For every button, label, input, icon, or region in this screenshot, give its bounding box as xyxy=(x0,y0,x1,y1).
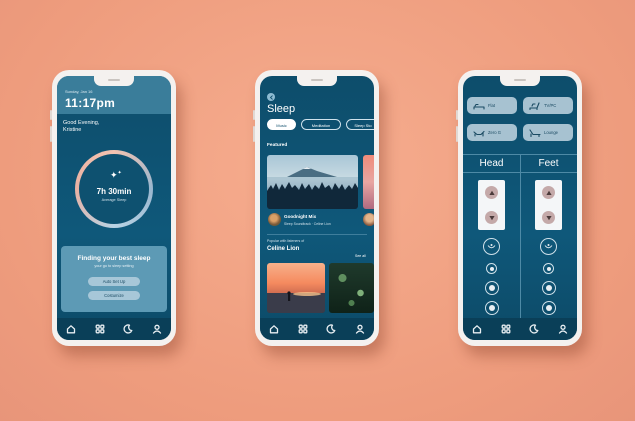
sunset-image[interactable] xyxy=(267,263,325,313)
feet-label: Feet xyxy=(538,158,559,169)
moon-icon[interactable] xyxy=(123,324,133,334)
side-button xyxy=(50,126,52,142)
divider xyxy=(520,154,521,319)
mode-label: Flat xyxy=(488,103,495,108)
feet-preset-2[interactable] xyxy=(541,281,556,295)
notch xyxy=(94,76,134,86)
side-button xyxy=(253,110,255,120)
customize-button[interactable]: Costumize xyxy=(88,291,140,300)
head-preset-1[interactable] xyxy=(486,263,497,274)
phone-bed-control: Flat TV/PC Zero G Lounge Head Feet xyxy=(456,70,582,346)
home-icon[interactable] xyxy=(269,324,279,334)
avatar xyxy=(363,213,374,226)
see-all-link[interactable]: See all xyxy=(355,254,366,258)
tab-bar xyxy=(57,318,171,340)
person-icon[interactable] xyxy=(355,324,365,334)
notch xyxy=(500,76,540,86)
mode-zero-g-button[interactable]: Zero G xyxy=(467,124,517,141)
sleep-label: Average Sleep xyxy=(101,198,127,202)
divider xyxy=(267,234,367,235)
mode-tvpc-button[interactable]: TV/PC xyxy=(523,97,573,114)
chip-sleep-stories[interactable]: Sleep Sto xyxy=(346,119,374,130)
head-preset-2[interactable] xyxy=(484,281,499,295)
bed-flat-icon xyxy=(473,103,485,110)
feet-preset-1[interactable] xyxy=(543,263,554,274)
sleep-duration: 7h 30min xyxy=(96,187,132,196)
side-button xyxy=(456,126,458,142)
sparkle-icon: ✦✦ xyxy=(110,170,122,180)
auto-setup-button[interactable]: Auto Set Up xyxy=(88,277,140,286)
feet-down-button[interactable] xyxy=(542,211,555,224)
grid-icon[interactable] xyxy=(95,324,105,334)
head-label: Head xyxy=(479,158,504,169)
popular-label: Popular with listeners of xyxy=(267,239,305,243)
mode-lounge-button[interactable]: Lounge xyxy=(523,124,573,141)
moon-icon[interactable] xyxy=(529,324,539,334)
home-icon[interactable] xyxy=(472,324,482,334)
side-button xyxy=(456,110,458,120)
mix-subtitle: Sleep Soundtrack · Celine Lion xyxy=(284,222,331,226)
triangle-up-icon xyxy=(488,190,495,195)
wave-icon xyxy=(544,244,553,249)
feet-up-button[interactable] xyxy=(542,186,555,199)
phone-home: Sunday, Jan 16 11:17pm Good Evening, Kri… xyxy=(50,70,176,346)
mode-label: Zero G xyxy=(488,130,502,135)
bed-tvpc-icon xyxy=(529,102,540,110)
triangle-down-icon xyxy=(488,215,495,220)
date-text: Sunday, Jan 16 xyxy=(65,89,93,94)
tab-bar xyxy=(260,318,374,340)
bed-lounge-icon xyxy=(529,129,541,137)
side-button xyxy=(253,126,255,142)
tab-bar xyxy=(463,318,577,340)
head-control xyxy=(478,180,505,230)
feet-massage-button[interactable] xyxy=(540,238,557,255)
triangle-up-icon xyxy=(545,190,552,195)
chevron-left-icon xyxy=(269,94,273,100)
forest-image[interactable] xyxy=(329,263,374,313)
card-subtitle: your go to sleep setting xyxy=(94,264,134,268)
mode-label: Lounge xyxy=(544,130,558,135)
mix-title[interactable]: Goodnight Mix xyxy=(284,214,316,219)
popular-artist: Celine Lion xyxy=(267,246,300,252)
greeting: Good Evening, Kristine xyxy=(63,120,99,134)
phone-sleep: Sleep Music Meditation Sleep Sto Feature… xyxy=(253,70,379,346)
chip-meditation[interactable]: Meditation xyxy=(301,119,341,130)
back-button[interactable] xyxy=(267,93,275,101)
bed-zero-g-icon xyxy=(473,130,485,137)
greeting-name: Kristine xyxy=(63,127,82,133)
grid-icon[interactable] xyxy=(501,324,511,334)
triangle-down-icon xyxy=(545,215,552,220)
avatar xyxy=(268,213,281,226)
chip-music[interactable]: Music xyxy=(267,119,296,130)
person-icon[interactable] xyxy=(152,324,162,334)
sleep-screen: Sleep Music Meditation Sleep Sto Feature… xyxy=(260,76,374,340)
greeting-line: Good Evening, xyxy=(63,120,100,126)
wave-icon xyxy=(487,244,496,249)
head-up-button[interactable] xyxy=(485,186,498,199)
featured-label: Featured xyxy=(267,143,288,148)
bed-control-screen: Flat TV/PC Zero G Lounge Head Feet xyxy=(463,76,577,340)
grid-icon[interactable] xyxy=(298,324,308,334)
card-title: Finding your best sleep xyxy=(77,255,151,262)
head-down-button[interactable] xyxy=(485,211,498,224)
home-screen: Sunday, Jan 16 11:17pm Good Evening, Kri… xyxy=(57,76,171,340)
best-sleep-card: Finding your best sleep your go to sleep… xyxy=(61,246,167,312)
head-massage-button[interactable] xyxy=(483,238,500,255)
feet-preset-3[interactable] xyxy=(541,301,556,315)
featured-image[interactable] xyxy=(267,155,358,209)
mode-flat-button[interactable]: Flat xyxy=(467,97,517,114)
page-title: Sleep xyxy=(267,103,296,115)
head-preset-3[interactable] xyxy=(484,301,499,315)
notch xyxy=(297,76,337,86)
mode-label: TV/PC xyxy=(544,103,557,108)
sleep-ring-inner: ✦✦ 7h 30min Average Sleep xyxy=(79,154,149,224)
home-icon[interactable] xyxy=(66,324,76,334)
time-text: 11:17pm xyxy=(65,96,116,110)
feet-control xyxy=(535,180,562,230)
person-icon[interactable] xyxy=(558,324,568,334)
sleep-ring[interactable]: ✦✦ 7h 30min Average Sleep xyxy=(75,150,153,228)
moon-icon[interactable] xyxy=(326,324,336,334)
featured-image-next[interactable] xyxy=(363,155,374,209)
side-button xyxy=(50,110,52,120)
